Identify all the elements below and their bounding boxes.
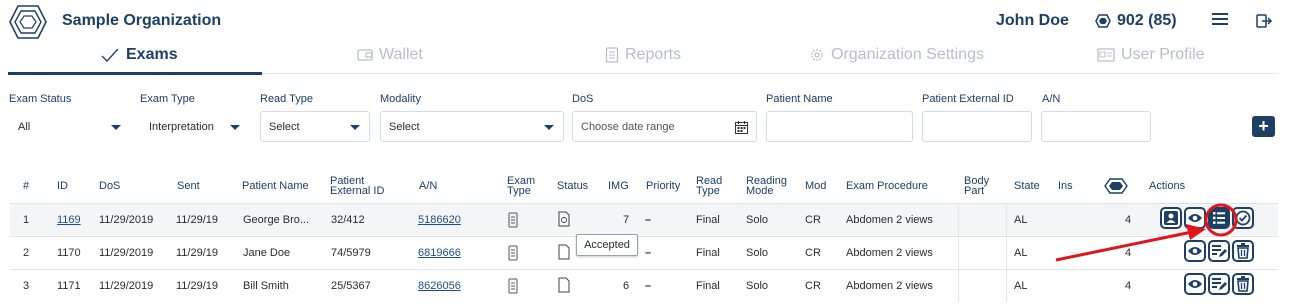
annotation-arrow-line <box>1055 230 1193 262</box>
annotation-overlay <box>1055 203 1238 262</box>
annotation-circle <box>1204 203 1238 237</box>
annotation-arrow-head <box>1186 224 1206 240</box>
